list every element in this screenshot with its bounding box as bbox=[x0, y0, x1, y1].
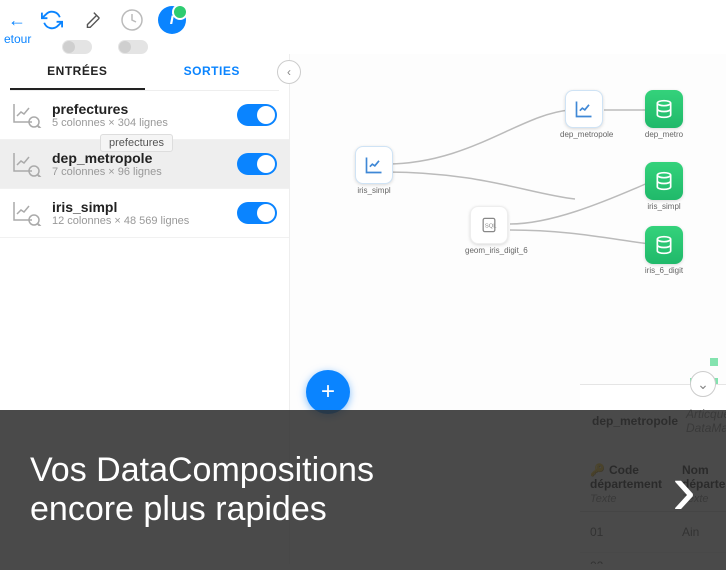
dataset-icon bbox=[12, 102, 42, 128]
dataset-name: prefectures bbox=[52, 101, 227, 117]
mini-toggle-1[interactable] bbox=[62, 40, 92, 54]
overlay-line1: Vos DataCompositions bbox=[30, 451, 374, 490]
tab-outputs[interactable]: SORTIES bbox=[145, 54, 280, 90]
dataset-toggle[interactable] bbox=[237, 104, 277, 126]
history-button[interactable] bbox=[118, 6, 146, 34]
node-iris-6-digit[interactable]: iris_6_digit bbox=[640, 226, 688, 275]
promo-overlay[interactable]: Vos DataCompositions encore plus rapides… bbox=[0, 410, 726, 570]
dataset-tooltip: prefectures bbox=[100, 134, 173, 152]
overlay-next-icon[interactable]: › bbox=[672, 449, 696, 531]
dataset-toggle[interactable] bbox=[237, 202, 277, 224]
dataset-item[interactable]: prefectures5 colonnes × 304 lignes bbox=[0, 91, 289, 140]
dataset-name: iris_simpl bbox=[52, 199, 227, 215]
info-badge-icon[interactable]: i bbox=[158, 6, 186, 34]
svg-text:SQL: SQL bbox=[485, 224, 497, 230]
tab-entries[interactable]: ENTRÉES bbox=[10, 54, 145, 90]
collapse-table-icon[interactable]: ⌄ bbox=[690, 371, 716, 397]
dataset-toggle[interactable] bbox=[237, 153, 277, 175]
back-arrow-icon[interactable]: ← bbox=[8, 10, 26, 31]
mini-toggle-2[interactable] bbox=[118, 40, 148, 54]
dataset-icon bbox=[12, 200, 42, 226]
dataset-icon bbox=[12, 151, 42, 177]
node-dep-metropole[interactable]: dep_metropole bbox=[560, 90, 608, 139]
overlay-line2: encore plus rapides bbox=[30, 490, 374, 529]
dataset-item[interactable]: iris_simpl12 colonnes × 48 569 lignes bbox=[0, 189, 289, 238]
dataset-name: dep_metropole bbox=[52, 150, 227, 166]
node-iris-simpl[interactable]: iris_simpl bbox=[350, 146, 398, 195]
collapse-sidebar-icon[interactable]: ‹ bbox=[277, 60, 301, 84]
refresh-button[interactable] bbox=[38, 6, 66, 34]
node-iris-simpl-out[interactable]: iris_simpl bbox=[640, 162, 688, 211]
node-geom-iris[interactable]: SQL geom_iris_digit_6 bbox=[465, 206, 513, 255]
node-dep-metro-out[interactable]: dep_metro bbox=[640, 90, 688, 139]
dataset-meta: 7 colonnes × 96 lignes bbox=[52, 166, 227, 178]
dataset-meta: 5 colonnes × 304 lignes bbox=[52, 117, 227, 129]
eyedropper-button[interactable] bbox=[78, 6, 106, 34]
add-node-button[interactable]: + bbox=[306, 370, 350, 414]
dataset-item[interactable]: dep_metropole7 colonnes × 96 lignesprefe… bbox=[0, 140, 289, 189]
dataset-meta: 12 colonnes × 48 569 lignes bbox=[52, 215, 227, 227]
